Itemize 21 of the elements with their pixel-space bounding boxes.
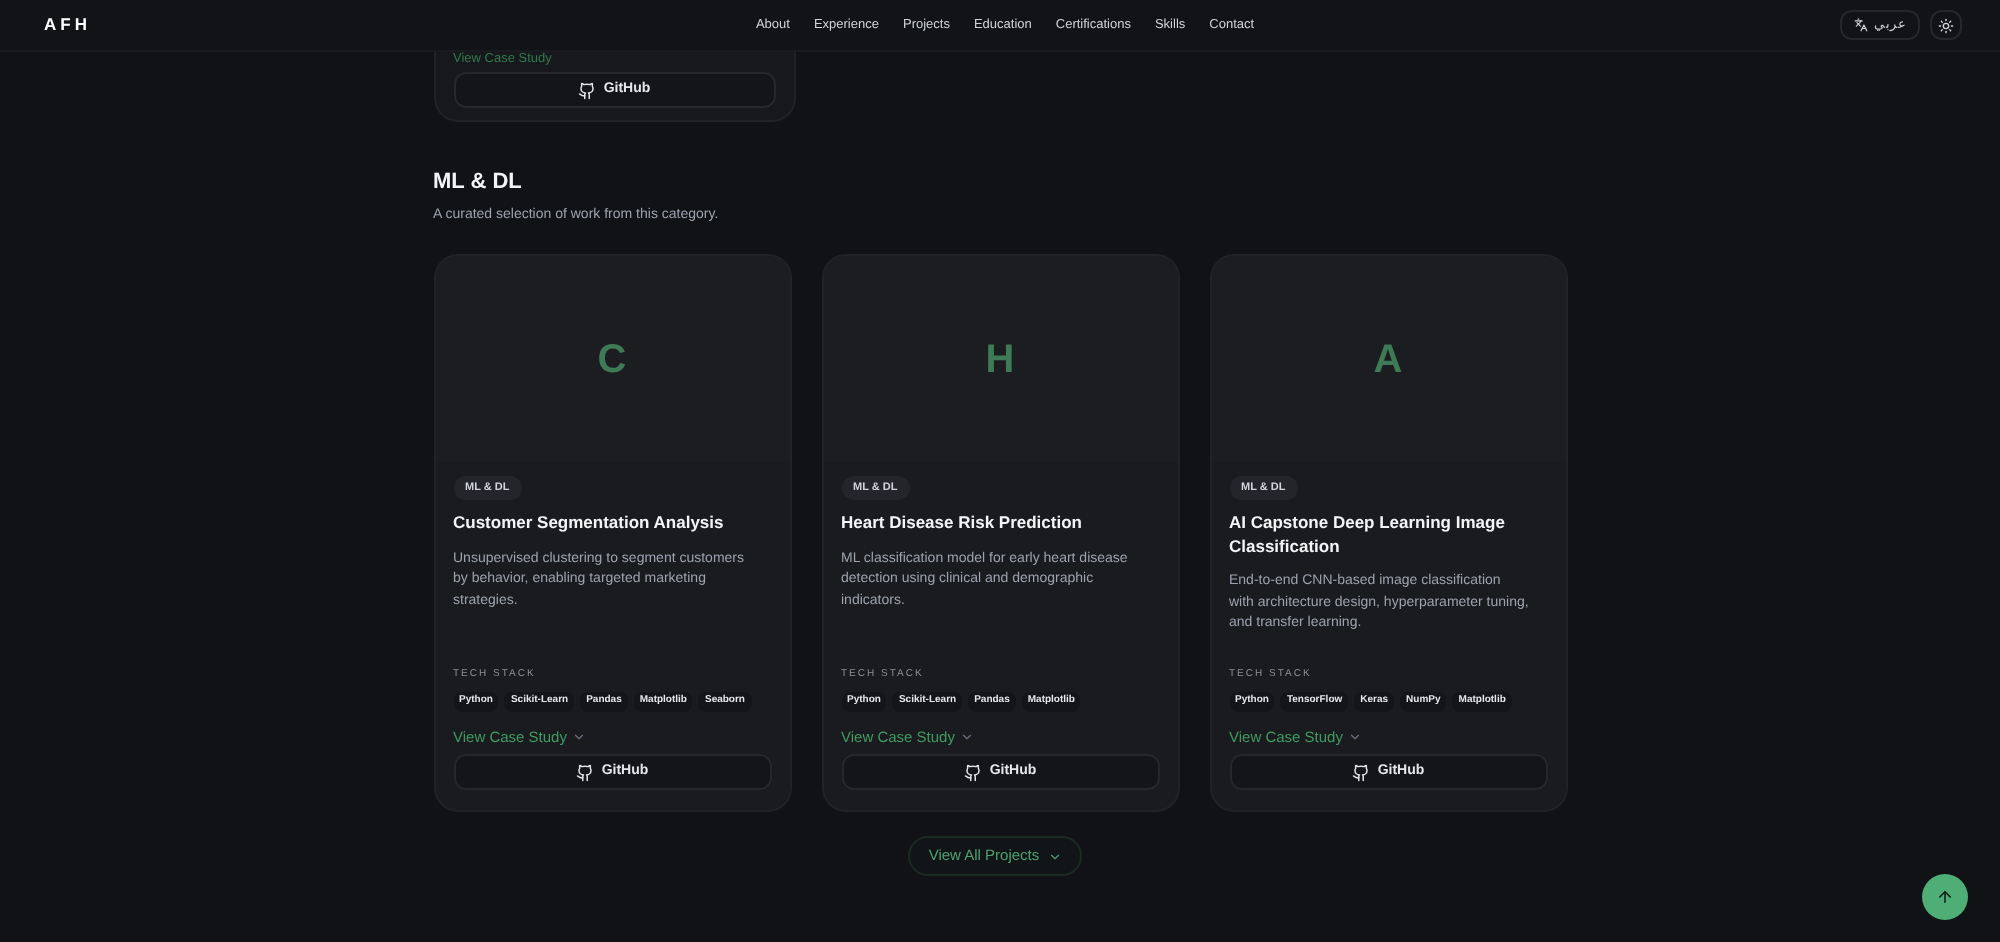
project-initial: C (597, 335, 627, 385)
section-title: ML & DL (433, 168, 524, 198)
project-title: Heart Disease Risk Prediction (841, 512, 1084, 536)
github-icon (575, 763, 594, 781)
arrow-up-icon (1936, 888, 1954, 906)
translate-icon (1854, 18, 1868, 32)
project-initial: A (1373, 335, 1403, 385)
scroll-to-top-button[interactable] (1922, 874, 1968, 920)
github-icon (577, 81, 596, 99)
site-logo[interactable]: AFH (44, 12, 284, 38)
sun-icon (1938, 17, 1954, 33)
project-title: AI Capstone Deep Learning Image Classification (1229, 512, 1507, 559)
chevron-down-icon (960, 729, 975, 744)
chevron-down-icon (572, 729, 587, 744)
github-icon (963, 763, 982, 781)
chevron-down-icon (1348, 729, 1363, 744)
project-title: Customer Segmentation Analysis (453, 512, 726, 536)
github-icon (1351, 763, 1370, 781)
project-initial: H (985, 335, 1015, 385)
chevron-down-icon (1047, 849, 1062, 863)
theme-toggle-button[interactable] (1930, 10, 1962, 40)
